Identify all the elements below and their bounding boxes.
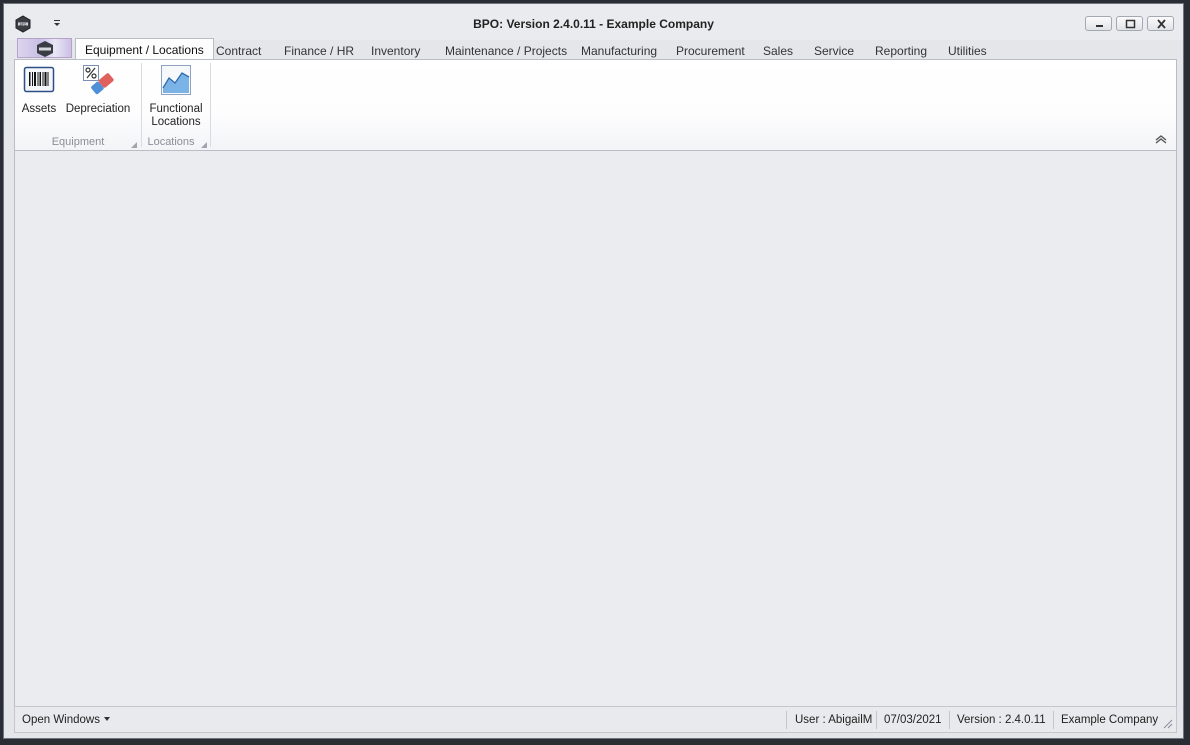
area-chart-icon	[161, 65, 191, 95]
bpo-logo-icon	[37, 41, 53, 57]
status-bar: Open Windows User : AbigailM 07/03/2021 …	[14, 706, 1177, 733]
collapse-ribbon-icon[interactable]	[1154, 133, 1168, 145]
assets-label: Assets	[21, 103, 57, 115]
locations-group-label: Locations	[147, 136, 195, 148]
tab-reporting[interactable]: Reporting	[875, 42, 927, 60]
company-status: Example Company	[1061, 714, 1159, 726]
barcode-icon	[23, 66, 55, 93]
tab-procurement[interactable]: Procurement	[676, 42, 745, 60]
tab-finance-hr[interactable]: Finance / HR	[284, 42, 354, 60]
version-status: Version : 2.4.0.11	[957, 714, 1046, 726]
window-title: BPO: Version 2.4.0.11 - Example Company	[473, 17, 714, 31]
depreciation-label: Depreciation	[65, 103, 131, 115]
open-windows-button[interactable]: Open Windows	[22, 714, 111, 726]
tab-sales[interactable]: Sales	[763, 42, 793, 60]
minimize-icon	[1096, 25, 1103, 27]
minimize-button[interactable]	[1085, 16, 1112, 31]
functional-locations-label-line1: Functional	[149, 103, 203, 115]
status-divider	[876, 711, 877, 729]
group-divider	[141, 63, 142, 147]
restore-button[interactable]	[1116, 16, 1143, 31]
restore-icon	[1125, 19, 1136, 29]
status-divider	[1053, 711, 1054, 729]
tab-manufacturing[interactable]: Manufacturing	[581, 42, 657, 60]
tab-maintenance-projects[interactable]: Maintenance / Projects	[445, 42, 567, 60]
dialog-launcher-icon[interactable]	[131, 142, 137, 148]
status-divider	[786, 711, 787, 729]
title-bar: BPO BPO: Version 2.4.0.11 - Example Comp…	[4, 4, 1183, 40]
chevron-down-icon	[104, 717, 111, 721]
tab-utilities[interactable]: Utilities	[948, 42, 987, 60]
equipment-group-label: Equipment	[51, 136, 105, 148]
tab-equipment-locations[interactable]: Equipment / Locations	[75, 38, 214, 60]
close-button[interactable]	[1147, 16, 1174, 31]
date-status: 07/03/2021	[884, 714, 942, 726]
dialog-launcher-icon[interactable]	[201, 142, 207, 148]
functional-locations-button[interactable]: Functional Locations	[145, 64, 207, 129]
depreciation-button[interactable]: Depreciation	[65, 64, 131, 116]
resize-grip-icon[interactable]	[1161, 717, 1173, 729]
close-icon	[1157, 19, 1166, 29]
assets-button[interactable]: Assets	[19, 64, 59, 116]
workspace-area	[14, 151, 1177, 706]
percent-eraser-icon	[83, 65, 114, 95]
tab-service[interactable]: Service	[814, 42, 854, 60]
functional-locations-label: Functional Locations	[145, 103, 207, 129]
main-window: BPO BPO: Version 2.4.0.11 - Example Comp…	[3, 3, 1184, 739]
status-divider	[949, 711, 950, 729]
application-menu-button[interactable]	[17, 38, 72, 58]
user-status: User : AbigailM	[795, 714, 873, 726]
group-divider	[210, 63, 211, 147]
tab-inventory[interactable]: Inventory	[371, 42, 420, 60]
open-windows-label: Open Windows	[22, 714, 100, 726]
tab-contract[interactable]: Contract	[216, 42, 261, 60]
functional-locations-label-line2: Locations	[151, 116, 201, 128]
ribbon-panel: Assets Depreciation Equipment Functional…	[14, 59, 1177, 151]
